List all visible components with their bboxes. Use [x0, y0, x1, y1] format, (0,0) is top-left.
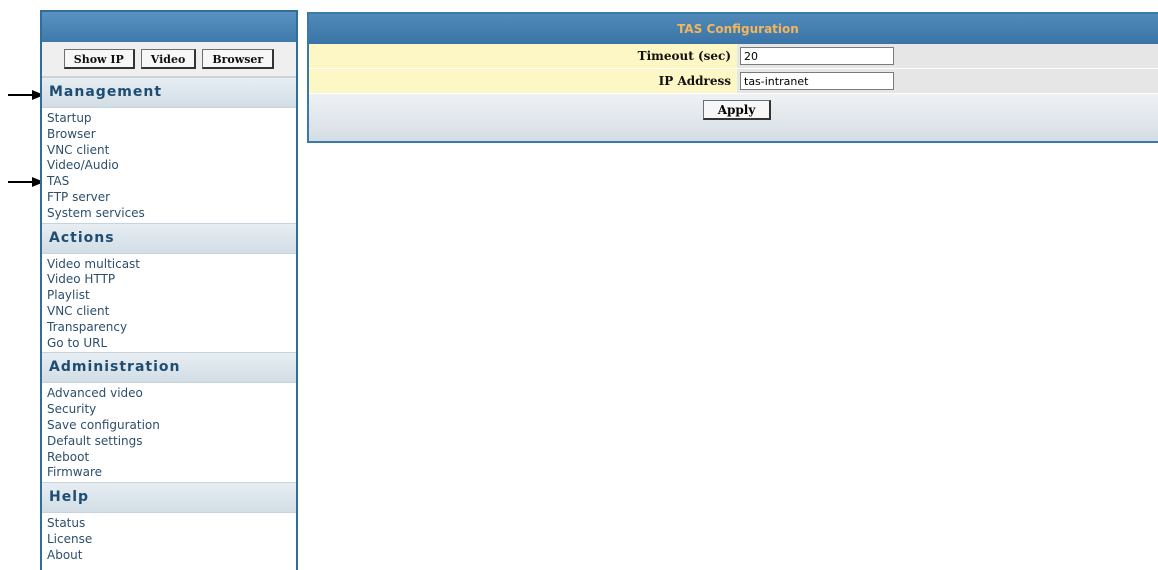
menu-item-save-configuration[interactable]: Save configuration: [47, 418, 296, 434]
video-button[interactable]: Video: [140, 49, 197, 69]
ip-address-row: IP Address: [309, 69, 1158, 94]
sidebar-header-bar: [42, 12, 296, 42]
apply-row: Apply: [309, 94, 1158, 141]
apply-button[interactable]: Apply: [702, 100, 772, 120]
menu-item-default-settings[interactable]: Default settings: [47, 434, 296, 450]
arrow-right-icon: [8, 90, 44, 100]
section-heading-administration: Administration: [42, 352, 296, 384]
show-ip-button[interactable]: Show IP: [63, 49, 135, 69]
menu-item-license[interactable]: License: [47, 532, 296, 548]
ip-address-input[interactable]: [740, 72, 894, 90]
menu-item-about[interactable]: About: [47, 548, 296, 564]
menu-item-browser[interactable]: Browser: [47, 127, 296, 143]
help-menu: Status License About: [42, 513, 296, 565]
menu-item-tas[interactable]: TAS: [47, 174, 296, 190]
timeout-value-cell: [737, 44, 1158, 68]
timeout-input[interactable]: [740, 47, 894, 65]
section-heading-actions: Actions: [42, 222, 296, 254]
menu-item-system-services[interactable]: System services: [47, 206, 296, 222]
menu-item-ftp-server[interactable]: FTP server: [47, 190, 296, 206]
section-heading-management: Management: [42, 77, 296, 108]
menu-item-vnc-client[interactable]: VNC client: [47, 143, 296, 159]
menu-item-startup[interactable]: Startup: [47, 111, 296, 127]
menu-item-status[interactable]: Status: [47, 516, 296, 532]
quick-buttons: Show IP Video Browser: [42, 42, 296, 77]
timeout-row: Timeout (sec): [309, 44, 1158, 69]
timeout-label: Timeout (sec): [309, 44, 737, 68]
menu-item-advanced-video[interactable]: Advanced video: [47, 386, 296, 402]
menu-item-playlist[interactable]: Playlist: [47, 288, 296, 304]
section-heading-help: Help: [42, 482, 296, 514]
ip-address-label: IP Address: [309, 69, 737, 93]
ip-address-value-cell: [737, 69, 1158, 93]
arrow-right-icon: [8, 177, 44, 187]
panel-title: TAS Configuration: [309, 14, 1158, 44]
actions-menu: Video multicast Video HTTP Playlist VNC …: [42, 253, 296, 353]
menu-item-vnc-client-action[interactable]: VNC client: [47, 304, 296, 320]
menu-item-video-http[interactable]: Video HTTP: [47, 272, 296, 288]
menu-item-reboot[interactable]: Reboot: [47, 450, 296, 466]
menu-item-video-multicast[interactable]: Video multicast: [47, 257, 296, 273]
administration-menu: Advanced video Security Save configurati…: [42, 383, 296, 483]
management-menu: Startup Browser VNC client Video/Audio T…: [42, 108, 296, 223]
menu-item-go-to-url[interactable]: Go to URL: [47, 336, 296, 352]
menu-item-video-audio[interactable]: Video/Audio: [47, 158, 296, 174]
browser-button[interactable]: Browser: [202, 49, 275, 69]
tas-configuration-panel: TAS Configuration Timeout (sec) IP Addre…: [307, 12, 1158, 143]
menu-item-transparency[interactable]: Transparency: [47, 320, 296, 336]
menu-item-security[interactable]: Security: [47, 402, 296, 418]
menu-item-firmware[interactable]: Firmware: [47, 465, 296, 481]
sidebar: Show IP Video Browser Management Startup…: [40, 10, 298, 570]
